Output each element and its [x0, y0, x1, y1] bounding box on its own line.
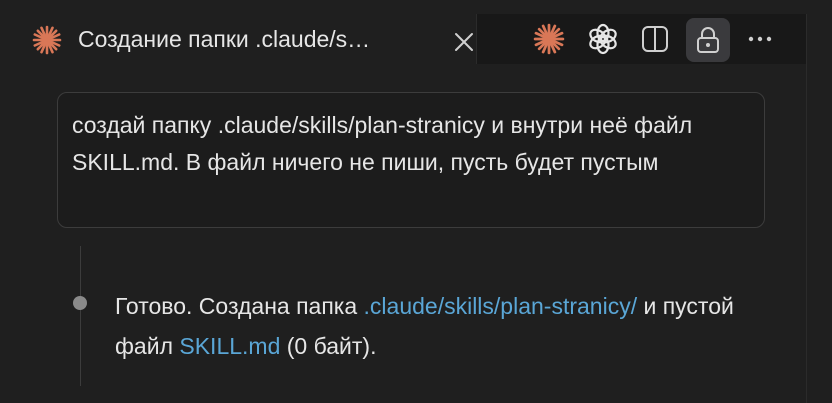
claude-button[interactable] — [529, 19, 569, 59]
more-icon — [748, 36, 772, 42]
tab-bar: Создание папки .claude/s… — [0, 0, 832, 64]
claude-sparkle-icon — [32, 25, 62, 55]
claude-sparkle-icon — [533, 23, 565, 55]
assistant-message: Готово. Создана папка .claude/skills/pla… — [115, 286, 795, 366]
more-button[interactable] — [740, 19, 780, 59]
panel-border — [806, 14, 807, 403]
split-editor-button[interactable] — [635, 19, 675, 59]
user-message-text: создай папку .claude/skills/plan-stranic… — [72, 112, 693, 175]
response-text-1: Готово. Создана папка — [115, 293, 364, 319]
close-icon[interactable] — [453, 31, 475, 53]
folder-link[interactable]: .claude/skills/plan-stranicy/ — [364, 293, 638, 319]
openai-button[interactable] — [583, 19, 623, 59]
split-editor-icon — [642, 26, 668, 52]
tab-title: Создание папки .claude/s… — [78, 26, 371, 52]
response-text-3: (0 байт). — [280, 333, 377, 359]
openai-icon — [589, 23, 617, 55]
chat-window: Создание папки .claude/s… создай папку .… — [0, 0, 832, 403]
file-link[interactable]: SKILL.md — [179, 333, 280, 359]
tab-active-chat[interactable]: Создание папки .claude/s… — [16, 14, 477, 64]
lock-icon — [697, 27, 719, 53]
user-message: создай папку .claude/skills/plan-stranic… — [57, 92, 765, 228]
lock-button[interactable] — [686, 18, 730, 62]
status-dot — [73, 296, 87, 310]
thread-line — [80, 246, 81, 386]
